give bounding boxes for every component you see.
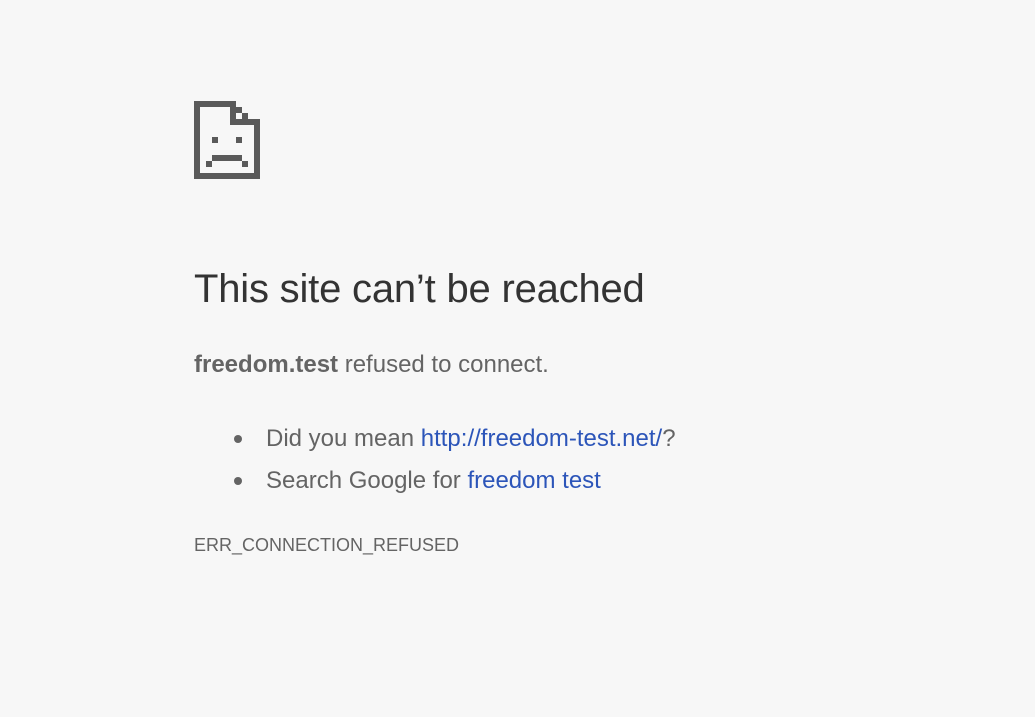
host-name: freedom.test [194,351,339,378]
suggestion-prefix: Did you mean [266,425,421,452]
bullet-icon [234,435,242,443]
bullet-icon [234,477,242,485]
suggestion-prefix: Search Google for [266,467,468,494]
sad-document-icon [194,101,260,179]
suggested-url-link[interactable]: http://freedom-test.net/ [421,425,662,452]
search-query-link[interactable]: freedom test [467,467,600,494]
error-summary: freedom.test refused to connect. [194,348,549,382]
suggestion-suffix: ? [662,425,676,452]
suggestions-list: Did you mean http://freedom-test.net/? S… [234,418,676,502]
error-message: refused to connect. [338,351,549,378]
page-title: This site can’t be reached [194,267,645,311]
suggestion-did-you-mean: Did you mean http://freedom-test.net/? [234,418,676,460]
suggestion-search-google: Search Google for freedom test [234,460,676,502]
error-code: ERR_CONNECTION_REFUSED [194,535,460,555]
